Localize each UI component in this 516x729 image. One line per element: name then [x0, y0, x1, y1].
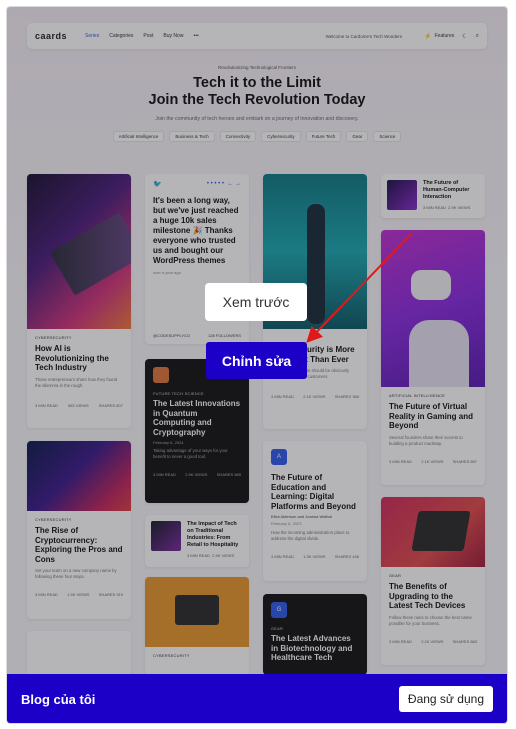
theme-preview-card: caards Series Categories Post Buy Now ••…: [6, 6, 508, 724]
theme-footer: Blog của tôi Đang sử dụng: [7, 674, 507, 723]
annotation-arrow: [306, 232, 413, 343]
theme-name: Blog của tôi: [21, 691, 96, 707]
edit-button[interactable]: Chỉnh sửa: [206, 342, 307, 379]
preview-button[interactable]: Xem trước: [205, 283, 307, 321]
active-status-button[interactable]: Đang sử dụng: [398, 686, 493, 712]
theme-screenshot[interactable]: caards Series Categories Post Buy Now ••…: [7, 7, 507, 675]
